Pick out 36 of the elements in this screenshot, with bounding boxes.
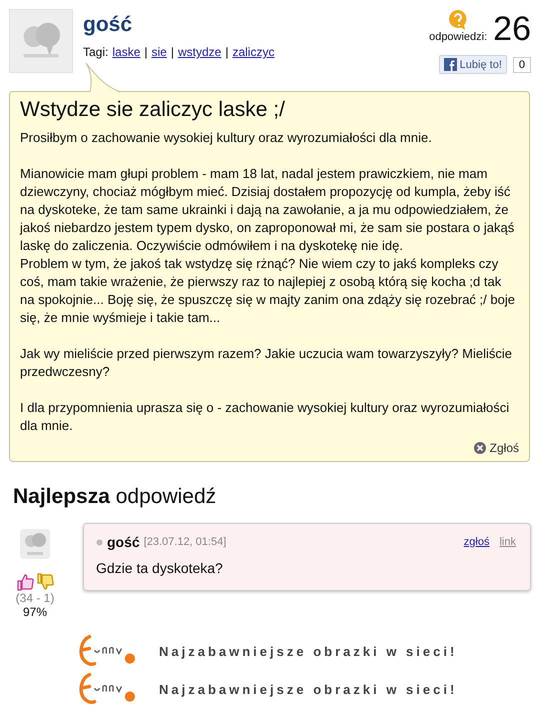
tag-separator: |: [144, 45, 148, 59]
report-link[interactable]: Zgłoś: [474, 441, 519, 455]
close-icon: [474, 442, 486, 454]
tag-link[interactable]: laske: [112, 45, 140, 59]
like-button[interactable]: Lubię to!: [438, 55, 507, 74]
answers-count: 26: [493, 9, 531, 49]
section-heading: Najlepsza odpowiedź: [13, 485, 218, 509]
tag-link[interactable]: zaliczyc: [232, 45, 274, 59]
ad-slogan[interactable]: Najzabawniejsze obrazki w sieci!: [159, 682, 458, 696]
question-paragraph: Prosiłbym o zachowanie wysokiej kultury oraz wyrozumiałości dla mnie.: [20, 129, 433, 147]
question-paragraph: Jak wy mieliście przed pierwszym razem? Jakie uczucia wam towarzyszyły? Mieliście przedwczesny?: [20, 345, 513, 381]
question-paragraph: Mianowicie mam głupi problem - mam 18 lat, nadal jestem prawiczkiem, nie mam dziewczyny, chociaż mógłbym mieć. Dzisiaj dostałem propozycję od kumpla, żeby iść na dyskoteke, że tam same ukrainki i dają na zawołanie, a ja mu odpowiedziałem, że jakoś niebardzo jestem typem dysko, on zaproponował mi, że sam sie postara o jakąś laskę do zaliczenia. Oczywiście odmówiłem i na dyskotekę nie idę.: [20, 165, 516, 255]
thumbs-down-icon[interactable]: [36, 573, 54, 591]
tag-link[interactable]: sie: [152, 45, 167, 59]
author-name: gość: [83, 13, 134, 37]
tag-separator: |: [225, 45, 228, 59]
avatar-icon: [20, 529, 50, 559]
tags-label: Tagi:: [83, 45, 108, 59]
tag-link[interactable]: wstydze: [178, 45, 222, 59]
tag-separator: |: [170, 45, 174, 59]
answers-label: odpowiedzi:: [429, 31, 488, 43]
vote-count: (34 - 1): [16, 591, 54, 605]
question-bubble-icon: [447, 9, 470, 31]
answer-date: [23.07.12, 01:54]: [144, 536, 226, 548]
facebook-icon: [444, 58, 457, 71]
ad-slogan[interactable]: Najzabawniejsze obrazki w sieci!: [159, 644, 458, 658]
like-count: 0: [512, 56, 531, 72]
report-link[interactable]: zgłoś: [464, 536, 490, 548]
question-paragraph: Problem w tym, że jakoś tak wstydzę się rżnąć? Nie wiem czy to jakś kompleks czy coś, mam takie wrażenie, że pierwszy raz to najlepiej z osobą którą się kocha ;d tak na spokojnie... Boję się, że spuszczę się w majty zanim ona zdąży się rozebrać ;/ boje się, że mnie wyśmieje i takie tam...: [20, 255, 516, 327]
vote-percent: 97%: [22, 605, 48, 619]
status-dot-icon: [96, 538, 103, 546]
answer-author: gość: [107, 534, 140, 550]
question-title: Wstydze sie zaliczyc laske ;/: [20, 98, 286, 122]
question-paragraph: I dla przypomnienia uprasza się o - zachowanie wysokiej kultury oraz wyrozumiałości dla mnie.: [20, 399, 510, 435]
thumbs-up-icon[interactable]: [16, 573, 34, 591]
answer-text: Gdzie ta dyskoteka?: [96, 560, 224, 576]
